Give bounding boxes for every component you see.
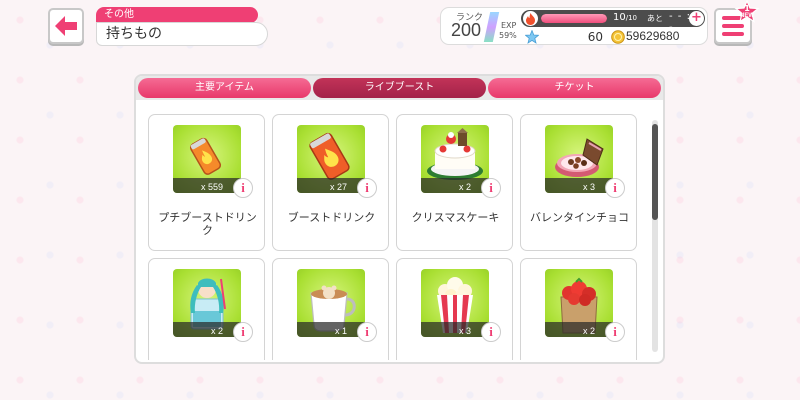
menu-bar [722,32,744,36]
item-card-latte[interactable]: x 1 i [272,258,389,360]
item-frame: x 2 [173,269,241,337]
energy-next-label: あと [647,14,663,23]
category-tabs: 主要アイテム ライブブースト チケット [136,76,663,100]
coin-icon [611,30,625,44]
item-card-strawberry-bag[interactable]: x 2 i [520,258,637,360]
energy-add-button[interactable]: + [689,11,704,26]
item-grid: x 559 i プチブーストドリンク x 27 i ブーストドリンク x 2 i… [144,108,649,360]
qty-strip [421,178,489,193]
item-card-popcorn[interactable]: x 3 i [396,258,513,360]
item-frame: x 3 [421,269,489,337]
item-card-valentine-chocolate[interactable]: x 3 i バレンタインチョコ [520,114,637,251]
star-count: 60 [587,30,603,44]
item-card-miku-parfait[interactable]: x 2 i [148,258,265,360]
tab-main-items[interactable]: 主要アイテム [138,78,311,98]
item-name: ブーストドリンク [287,211,376,224]
qty-strip [173,322,241,337]
back-arrow-icon [55,16,77,36]
info-button[interactable]: i [233,178,253,198]
item-qty: x 27 [329,182,347,192]
item-card-christmas-cake[interactable]: x 2 i クリスマスケーキ [396,114,513,251]
item-frame: x 3 [545,125,613,193]
item-qty: x 2 [582,326,595,336]
info-button[interactable]: i [481,178,501,198]
info-button[interactable]: i [605,322,625,342]
qty-strip [545,322,613,337]
info-button[interactable]: i [605,178,625,198]
item-name: バレンタインチョコ [530,211,629,224]
page-title: 持ちもの [96,22,268,46]
item-qty: x 1 [334,326,347,336]
tab-live-boost[interactable]: ライブブースト [313,78,486,98]
item-frame: x 27 [297,125,365,193]
info-button[interactable]: i [357,178,377,198]
coin-count: 59629680 [626,29,680,43]
rank-value: 200 [451,20,482,40]
item-frame: x 559 [173,125,241,193]
energy-total: /10 [625,14,637,22]
page-header: その他 持ちもの [96,7,268,46]
tab-tickets[interactable]: チケット [488,78,661,98]
energy-bar: 10/10 あと - - : - - + [521,10,705,33]
qty-strip [297,322,365,337]
scrollbar-thumb[interactable] [652,124,658,220]
new-badge-count: 1 [744,4,750,13]
energy-fill [541,14,607,23]
energy-count: 10/10 [613,12,637,23]
item-card-boost-drink[interactable]: x 27 i ブーストドリンク [272,114,389,251]
exp-gauge [483,12,500,42]
energy-current: 10 [613,12,626,23]
flame-icon [523,11,538,26]
item-frame: x 2 [421,125,489,193]
item-frame: x 2 [545,269,613,337]
item-qty: x 3 [582,182,595,192]
qty-strip [421,322,489,337]
items-panel: 主要アイテム ライブブースト チケット x 559 i プチブーストドリンク x… [134,74,665,364]
item-qty: x 2 [210,326,223,336]
item-qty: x 3 [458,326,471,336]
player-status: ランク 200 EXP 59% 10/10 あと - - : - - + 60 … [440,7,708,45]
item-qty: x 2 [458,182,471,192]
info-button[interactable]: i [233,322,253,342]
energy-track [541,14,607,23]
item-card-small-boost-drink[interactable]: x 559 i プチブーストドリンク [148,114,265,251]
item-qty: x 559 [200,182,223,192]
new-badge: 1 NEW [734,0,760,26]
exp-label: EXP [501,21,517,30]
info-button[interactable]: i [357,322,377,342]
exp-percent: 59% [499,31,517,40]
item-name: プチブーストドリンク [158,211,257,237]
back-button[interactable] [48,8,84,44]
new-badge-text: NEW [740,13,754,19]
star-icon [525,30,539,44]
qty-strip [545,178,613,193]
page-category: その他 [96,7,258,23]
item-name: クリスマスケーキ [411,211,500,224]
info-button[interactable]: i [481,322,501,342]
scrollbar[interactable] [652,120,658,352]
item-frame: x 1 [297,269,365,337]
